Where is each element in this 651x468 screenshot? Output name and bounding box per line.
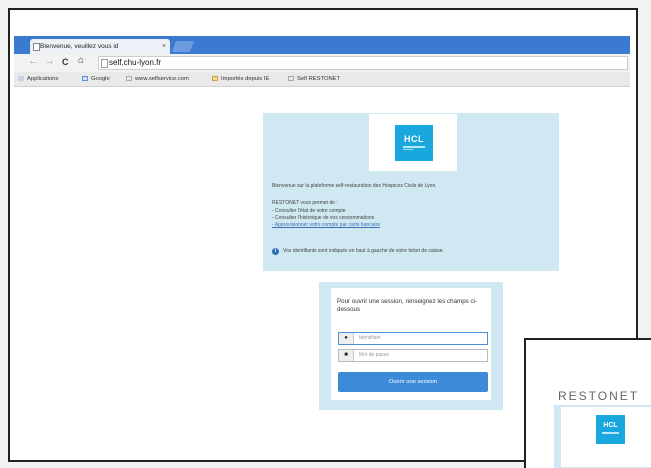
password-placeholder: Mot de passe [359, 352, 390, 358]
logo-tagline-bar [403, 149, 413, 150]
bookmark-label: Self RESTONET [297, 76, 341, 82]
bookmark-self-restonet[interactable]: Self RESTONET [288, 72, 340, 86]
feature-item: - Consulter l'historique de vos consomma… [272, 215, 375, 221]
bookmark-label: Importés depuis IE [221, 76, 270, 82]
google-icon [82, 76, 88, 81]
page-icon [33, 43, 40, 51]
logo-tagline-bar [602, 432, 619, 434]
back-arrow-icon[interactable]: ← [28, 55, 39, 67]
inset-panel: HCL [554, 405, 651, 468]
page-icon [126, 76, 132, 81]
info-icon: i [272, 248, 279, 255]
folder-icon [212, 76, 218, 81]
browser-toolbar: ← → C ⌂ self.chu-lyon.fr [14, 54, 630, 73]
info-panel: HCL Bienvenue sur la plateforme self-res… [263, 113, 559, 271]
hcl-logo: HCL [596, 415, 625, 444]
logo-card: HCL [369, 114, 457, 171]
open-session-button[interactable]: Ouvrir une session [338, 372, 488, 392]
close-icon[interactable]: × [162, 39, 166, 54]
inset-logo-card: HCL [561, 407, 651, 467]
username-placeholder: Identifiant [359, 335, 381, 341]
credentials-note: Vos identifiants sont indiqués en haut à… [283, 248, 444, 254]
reload-icon[interactable]: C [62, 57, 69, 67]
feature-item: - Consulter l'état de votre compte [272, 208, 346, 214]
page-icon [288, 76, 294, 81]
logo-text: HCL [603, 422, 618, 429]
new-tab-button[interactable] [171, 41, 195, 52]
bookmarks-bar: Applications Google www.selfservice.com … [14, 72, 630, 87]
bookmark-imported-ie[interactable]: Importés depuis IE [212, 72, 269, 86]
page-icon [101, 59, 108, 68]
password-field[interactable]: ■ Mot de passe [338, 349, 488, 362]
bookmark-label: Google [91, 76, 110, 82]
user-icon: ● [339, 333, 354, 344]
logo-tagline-bar [403, 146, 425, 148]
username-field[interactable]: ● Identifiant [338, 332, 488, 345]
home-icon[interactable]: ⌂ [78, 55, 84, 66]
welcome-text: Bienvenue sur la plateforme self-restaur… [272, 183, 437, 189]
bookmark-label: Applications [27, 76, 59, 82]
zoom-inset: RESTONET HCL [524, 338, 651, 468]
address-bar[interactable]: self.chu-lyon.fr [98, 56, 628, 70]
login-panel: Pour ouvrir une session, renseignez les … [319, 282, 503, 410]
logo-text: HCL [404, 134, 424, 144]
inset-title: RESTONET [558, 389, 640, 403]
url-text: self.chu-lyon.fr [109, 58, 162, 67]
login-prompt: Pour ouvrir une session, renseignez les … [337, 298, 477, 313]
browser-tab-strip: Bienvenue, veuillez vous id × [14, 36, 630, 54]
apps-icon [18, 76, 24, 81]
bookmark-google[interactable]: Google [82, 72, 110, 86]
login-card: Pour ouvrir une session, renseignez les … [331, 288, 491, 400]
bookmark-selfservice[interactable]: www.selfservice.com [126, 72, 189, 86]
bookmark-applications[interactable]: Applications [18, 72, 58, 86]
forward-arrow-icon[interactable]: → [44, 55, 55, 67]
tab-title: Bienvenue, veuillez vous id [40, 43, 119, 50]
lock-icon: ■ [339, 350, 354, 361]
bookmark-label: www.selfservice.com [135, 76, 189, 82]
browser-tab[interactable]: Bienvenue, veuillez vous id × [30, 39, 170, 54]
hcl-logo: HCL [395, 125, 433, 161]
intro-text: RESTONET vous permet de : [272, 200, 338, 206]
payment-link[interactable]: - Approvisionner votre compte par carte … [272, 222, 380, 229]
